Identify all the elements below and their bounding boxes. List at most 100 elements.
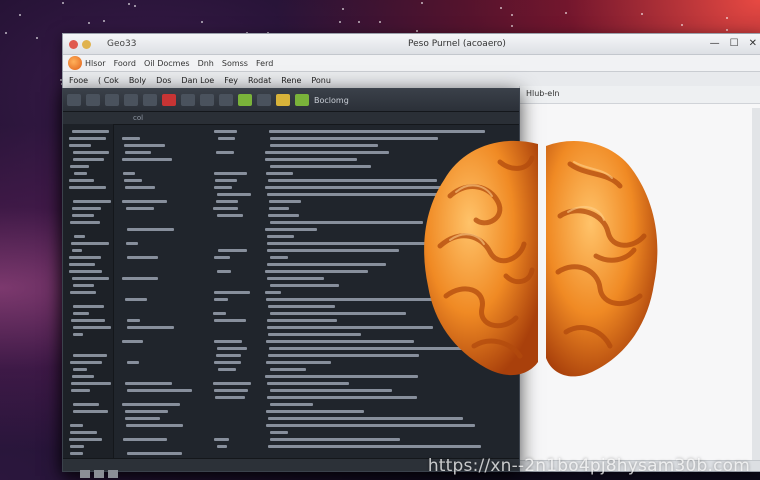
right-panel-header: Hlub-eln — [520, 86, 760, 104]
code-line — [214, 319, 247, 322]
editor-tab-label[interactable]: col — [133, 114, 143, 122]
code-line — [267, 326, 434, 329]
code-line — [267, 396, 417, 399]
toolbar-item[interactable]: Dos — [156, 76, 171, 85]
record-icon[interactable] — [67, 94, 81, 106]
code-line — [122, 158, 172, 161]
code-line — [270, 312, 406, 315]
code-line — [72, 207, 101, 210]
code-line — [73, 305, 104, 308]
menu-item[interactable]: Dnh — [198, 59, 214, 68]
toolbar-item[interactable]: Ponu — [311, 76, 331, 85]
code-column[interactable] — [114, 124, 209, 459]
editor-toolbar-label: Boclomg — [314, 95, 349, 105]
code-line — [270, 403, 313, 406]
code-line — [127, 256, 159, 259]
minimize-button[interactable]: — — [710, 38, 720, 49]
code-line — [71, 389, 90, 392]
code-line — [267, 277, 324, 280]
code-line — [73, 354, 108, 357]
code-line — [265, 375, 418, 378]
toolbar-button[interactable] — [105, 94, 119, 106]
code-line — [265, 270, 368, 273]
code-line — [69, 438, 103, 441]
code-line — [217, 445, 228, 448]
code-line — [215, 396, 245, 399]
star — [415, 29, 418, 32]
code-line — [267, 242, 432, 245]
menu-item[interactable]: Ferd — [256, 59, 273, 68]
right-panel-scrollbar[interactable] — [752, 108, 760, 464]
toolbar-item[interactable]: Rene — [281, 76, 301, 85]
toolbar-item[interactable]: Dan Loe — [181, 76, 214, 85]
code-line — [69, 179, 94, 182]
editor-toolbar: Boclomg — [63, 89, 519, 112]
code-column[interactable] — [209, 124, 259, 459]
code-line — [69, 263, 95, 266]
taskbar-icon[interactable] — [80, 470, 90, 478]
star — [640, 13, 643, 16]
code-line — [269, 130, 485, 133]
code-line — [269, 207, 289, 210]
code-line — [127, 452, 182, 455]
toolbar-button[interactable] — [86, 94, 100, 106]
code-line — [69, 270, 103, 273]
code-line — [72, 130, 109, 133]
toolbar-button[interactable] — [257, 94, 271, 106]
code-line — [74, 172, 87, 175]
code-line — [265, 158, 357, 161]
debug-icon[interactable] — [295, 94, 309, 106]
code-line — [126, 242, 139, 245]
toolbar-button[interactable] — [219, 94, 233, 106]
code-line — [214, 361, 241, 364]
menu-item[interactable]: Somss — [222, 59, 248, 68]
toolbar-item[interactable]: Boly — [129, 76, 146, 85]
star — [681, 23, 684, 26]
toolbar-item[interactable]: Fey — [224, 76, 238, 85]
code-line — [127, 228, 174, 231]
code-line — [213, 312, 227, 315]
code-line — [267, 249, 399, 252]
taskbar-icon[interactable] — [108, 470, 118, 478]
menu-item[interactable]: Foord — [114, 59, 136, 68]
toolbar-item[interactable]: Fooe — [69, 76, 88, 85]
code-line — [214, 186, 232, 189]
menu-item[interactable]: Oil Docmes — [144, 59, 190, 68]
maximize-button[interactable]: ☐ — [730, 38, 739, 49]
toolbar-item[interactable]: ( Cok — [98, 76, 119, 85]
stop-icon[interactable] — [162, 94, 176, 106]
minimize-dot-icon[interactable] — [82, 39, 91, 49]
toolbar-button[interactable] — [124, 94, 138, 106]
taskbar-icon[interactable] — [94, 470, 104, 478]
code-line — [72, 214, 94, 217]
menu-item[interactable]: Hlsor — [85, 59, 106, 68]
code-line — [73, 284, 94, 287]
code-line — [268, 305, 336, 308]
build-icon[interactable] — [276, 94, 290, 106]
close-button[interactable]: ✕ — [749, 38, 757, 49]
code-line — [71, 242, 109, 245]
star — [18, 13, 21, 16]
code-line — [267, 263, 386, 266]
toolbar-button[interactable] — [143, 94, 157, 106]
code-line — [123, 172, 136, 175]
code-line — [266, 172, 294, 175]
file-tree-sidebar[interactable] — [63, 124, 114, 459]
code-line — [270, 368, 307, 371]
code-line — [69, 137, 106, 140]
code-line — [266, 361, 331, 364]
toolbar-button[interactable] — [200, 94, 214, 106]
close-dot-icon[interactable] — [69, 39, 78, 49]
taskbar — [80, 470, 140, 480]
toolbar-button[interactable] — [181, 94, 195, 106]
toolbar-item[interactable]: Rodat — [248, 76, 271, 85]
code-line — [72, 375, 95, 378]
code-line — [265, 228, 317, 231]
code-line — [70, 424, 83, 427]
code-line — [214, 438, 230, 441]
code-line — [70, 452, 84, 455]
run-icon[interactable] — [238, 94, 252, 106]
code-line — [214, 291, 250, 294]
code-line — [214, 172, 248, 175]
code-line — [270, 284, 339, 287]
